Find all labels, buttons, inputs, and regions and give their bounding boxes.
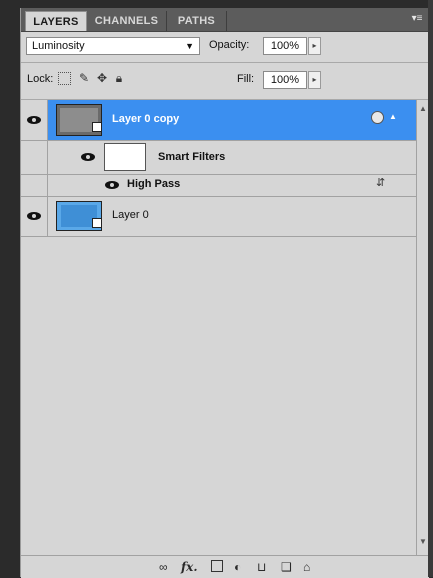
scroll-down-icon[interactable]: ▼ [419, 537, 427, 546]
link-layers-icon[interactable]: ∞ [159, 560, 168, 574]
fill-label: Fill: [237, 73, 255, 85]
panel-tab-bar: LAYERS CHANNELS PATHS ▾≡ [21, 8, 429, 32]
panel-menu-icon[interactable]: ▾≡ [411, 13, 423, 25]
new-layer-icon[interactable]: ❑ [281, 560, 292, 574]
eye-icon[interactable] [105, 181, 119, 189]
fill-field[interactable]: 100% [263, 71, 307, 89]
lock-label: Lock: [27, 73, 54, 85]
chevron-down-icon: ▼ [185, 41, 194, 51]
filter-row-high-pass[interactable]: High Pass ⇵ [21, 174, 416, 197]
tab-paths[interactable]: PATHS [167, 11, 227, 31]
lock-fill-row: Lock: ✎ ✥ 🔒︎ Fill: 100% ▸ [21, 63, 429, 100]
opacity-field[interactable]: 100% [263, 37, 307, 55]
lock-all-icon[interactable]: 🔒︎ [112, 71, 126, 85]
layer-row-layer-0-copy[interactable]: Layer 0 copy ▲ [21, 100, 416, 141]
eye-icon [27, 212, 41, 220]
eye-icon[interactable] [81, 153, 95, 161]
smart-object-icon [92, 218, 102, 228]
smart-filter-indicator-icon [371, 111, 384, 124]
blend-mode-value: Luminosity [32, 40, 85, 52]
filter-name[interactable]: High Pass [127, 178, 180, 190]
smart-object-icon [92, 122, 102, 132]
layers-panel: LAYERS CHANNELS PATHS ▾≡ Luminosity ▼ Op… [20, 8, 430, 578]
folder-icon[interactable]: ⊔ [257, 560, 266, 574]
lock-position-icon[interactable]: ✥ [95, 71, 109, 85]
blend-opacity-row: Luminosity ▼ Opacity: 100% ▸ [21, 32, 429, 63]
tab-layers[interactable]: LAYERS [25, 11, 87, 31]
layer-list: Layer 0 copy ▲ Smart Filters High Pass ⇵ [21, 100, 429, 555]
filter-options-icon[interactable]: ⇵ [376, 176, 385, 189]
layers-bottom-toolbar: ∞ fx. ◐ ⊔ ❑ ⌂ [21, 555, 429, 578]
smart-filters-row[interactable]: Smart Filters [21, 140, 416, 175]
eye-icon [27, 116, 41, 124]
layer-name[interactable]: Layer 0 copy [112, 113, 179, 125]
smart-filters-label: Smart Filters [158, 151, 226, 163]
fill-slider-button[interactable]: ▸ [308, 71, 321, 89]
opacity-slider-button[interactable]: ▸ [308, 37, 321, 55]
scroll-up-icon[interactable]: ▲ [419, 104, 427, 113]
add-mask-icon[interactable] [211, 560, 223, 572]
opacity-label: Opacity: [209, 39, 250, 51]
adjustment-layer-icon[interactable]: ◐ [234, 560, 241, 574]
visibility-spacer [21, 174, 48, 196]
tab-channels[interactable]: CHANNELS [87, 11, 167, 31]
visibility-toggle[interactable] [21, 100, 48, 140]
lock-image-icon[interactable]: ✎ [77, 71, 91, 85]
expand-toggle-icon[interactable]: ▲ [389, 112, 397, 121]
visibility-spacer [21, 140, 48, 174]
layer-row-layer-0[interactable]: Layer 0 [21, 196, 416, 237]
visibility-toggle[interactable] [21, 196, 48, 236]
trash-icon[interactable]: ⌂ [303, 560, 310, 574]
filter-mask-thumbnail [104, 143, 146, 171]
blend-mode-select[interactable]: Luminosity ▼ [26, 37, 200, 55]
lock-transparent-icon[interactable] [58, 72, 71, 85]
fx-icon[interactable]: fx. [181, 560, 198, 574]
layer-name[interactable]: Layer 0 [112, 209, 149, 221]
window-edge [428, 0, 433, 577]
